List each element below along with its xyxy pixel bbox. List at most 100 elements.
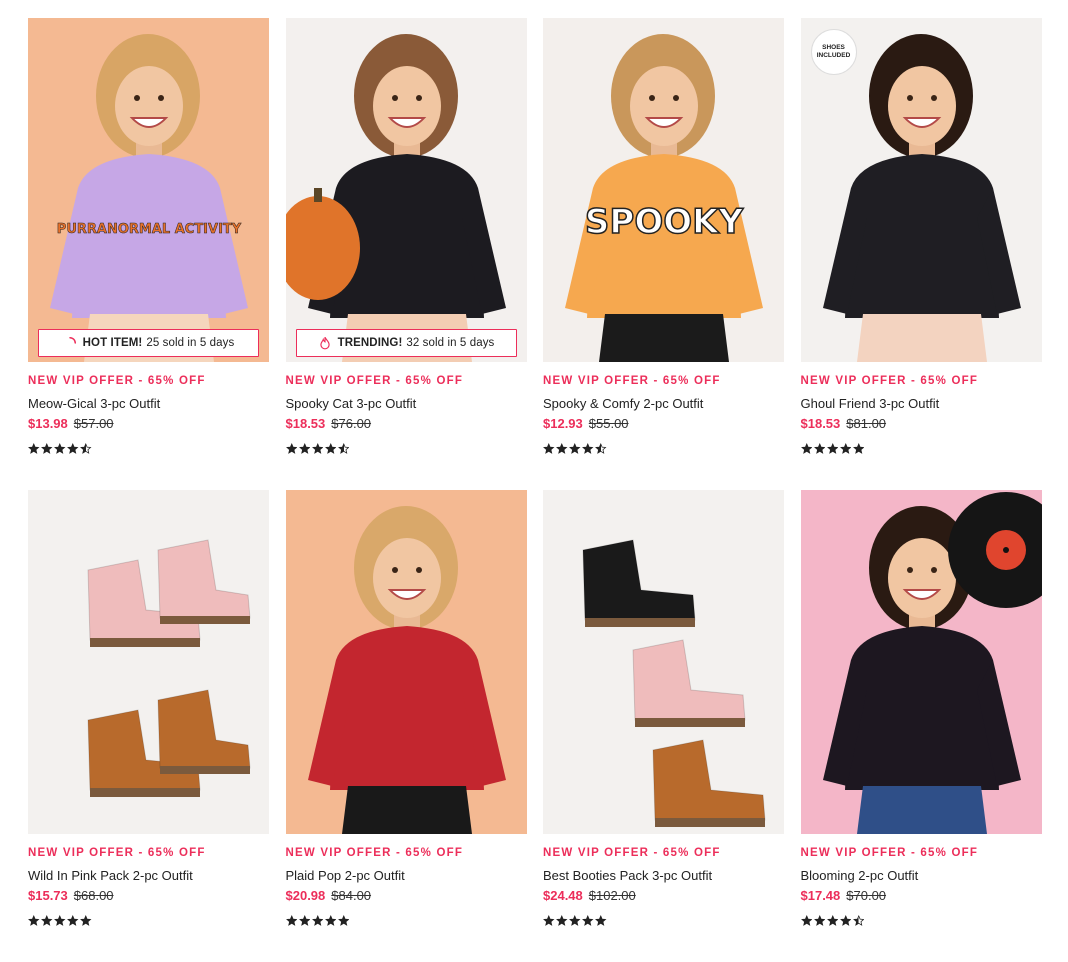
star-icon	[595, 914, 607, 927]
price-row: $18.53 $81.00	[801, 416, 1042, 431]
popularity-badge: TRENDING! 32 sold in 5 days	[295, 329, 517, 357]
product-name[interactable]: Ghoul Friend 3-pc Outfit	[801, 396, 1042, 411]
star-icon	[285, 914, 298, 927]
product-name[interactable]: Best Booties Pack 3-pc Outfit	[543, 868, 784, 883]
flame-icon	[318, 336, 332, 350]
star-rating	[800, 442, 1042, 455]
offer-label: NEW VIP OFFER - 65% OFF	[800, 847, 979, 859]
product-image[interactable]	[28, 490, 269, 834]
product-card[interactable]: SPOOKY NEW VIP OFFER - 65% OFF Spooky & Co…	[543, 18, 784, 490]
star-icon	[298, 442, 311, 455]
star-rating	[28, 442, 269, 455]
star-icon	[337, 442, 350, 455]
offer-label: NEW VIP OFFER - 65% OFF	[28, 375, 206, 387]
star-icon	[41, 442, 53, 455]
star-icon	[852, 914, 865, 927]
product-grid: PURRANORMAL ACTIVITY HOT ITEM! 25 sold in …	[28, 18, 1042, 962]
badge-text: 25 sold in 5 days	[146, 337, 235, 349]
shoes-included-tag: SHOES INCLUDED	[810, 29, 857, 75]
star-icon	[324, 442, 337, 455]
sale-price: $13.98	[28, 416, 68, 431]
spinner-icon	[63, 336, 77, 350]
product-name[interactable]: Spooky & Comfy 2-pc Outfit	[543, 396, 784, 411]
product-card[interactable]: NEW VIP OFFER - 65% OFF Best Booties Pack…	[543, 490, 784, 962]
sale-price: $18.53	[800, 416, 841, 431]
star-icon	[800, 442, 813, 455]
star-icon	[543, 914, 555, 927]
star-icon	[324, 914, 337, 927]
original-price: $70.00	[846, 888, 887, 903]
original-price: $102.00	[588, 888, 636, 903]
star-icon	[569, 914, 581, 927]
original-price: $68.00	[73, 888, 114, 903]
original-price: $55.00	[588, 416, 629, 431]
product-card[interactable]: TRENDING! 32 sold in 5 days NEW VIP OFFER …	[285, 18, 527, 490]
sale-price: $17.48	[800, 888, 841, 903]
offer-label: NEW VIP OFFER - 65% OFF	[800, 375, 979, 387]
sale-price: $18.53	[285, 416, 326, 431]
offer-label: NEW VIP OFFER - 65% OFF	[543, 375, 721, 387]
star-icon	[80, 442, 92, 455]
star-rating	[285, 442, 527, 455]
star-icon	[543, 442, 555, 455]
product-image[interactable]: PURRANORMAL ACTIVITY HOT ITEM! 25 sold in …	[28, 18, 269, 362]
product-image[interactable]	[285, 490, 527, 834]
star-icon	[556, 914, 568, 927]
star-icon	[595, 442, 607, 455]
star-icon	[285, 442, 298, 455]
product-card[interactable]: NEW VIP OFFER - 65% OFF Wild In Pink Pack…	[28, 490, 269, 962]
offer-label: NEW VIP OFFER - 65% OFF	[285, 847, 464, 859]
star-icon	[311, 914, 324, 927]
product-name[interactable]: Plaid Pop 2-pc Outfit	[286, 868, 527, 883]
original-price: $76.00	[331, 416, 372, 431]
offer-label: NEW VIP OFFER - 65% OFF	[285, 375, 464, 387]
product-card[interactable]: NEW VIP OFFER - 65% OFF Blooming 2-pc Out…	[800, 490, 1042, 962]
offer-label: NEW VIP OFFER - 65% OFF	[28, 847, 206, 859]
star-rating	[285, 914, 527, 927]
star-icon	[337, 914, 350, 927]
product-image[interactable]: SPOOKY	[543, 18, 784, 362]
product-image[interactable]: TRENDING! 32 sold in 5 days	[285, 18, 527, 362]
product-name[interactable]: Blooming 2-pc Outfit	[801, 868, 1042, 883]
star-icon	[54, 914, 66, 927]
star-icon	[28, 442, 40, 455]
star-icon	[54, 442, 66, 455]
star-rating	[543, 442, 784, 455]
price-row: $13.98 $57.00	[28, 416, 269, 431]
star-rating	[28, 914, 269, 927]
price-row: $12.93 $55.00	[543, 416, 784, 431]
product-image[interactable]: SHOES INCLUDED	[800, 18, 1042, 362]
sale-price: $20.98	[285, 888, 326, 903]
star-icon	[839, 914, 852, 927]
product-name[interactable]: Spooky Cat 3-pc Outfit	[286, 396, 527, 411]
svg-text:PURRANORMAL ACTIVITY: PURRANORMAL ACTIVITY	[57, 222, 242, 237]
product-name[interactable]: Meow-Gical 3-pc Outfit	[28, 396, 269, 411]
product-name[interactable]: Wild In Pink Pack 2-pc Outfit	[28, 868, 269, 883]
product-image[interactable]	[800, 490, 1042, 834]
original-price: $84.00	[331, 888, 372, 903]
star-icon	[826, 442, 839, 455]
star-icon	[298, 914, 311, 927]
price-row: $18.53 $76.00	[286, 416, 527, 431]
star-icon	[852, 442, 865, 455]
star-icon	[813, 442, 826, 455]
product-card[interactable]: NEW VIP OFFER - 65% OFF Plaid Pop 2-pc Ou…	[285, 490, 527, 962]
original-price: $81.00	[846, 416, 887, 431]
svg-text:SPOOKY: SPOOKY	[585, 202, 744, 242]
star-icon	[80, 914, 92, 927]
sale-price: $15.73	[28, 888, 68, 903]
star-icon	[582, 442, 594, 455]
product-card[interactable]: PURRANORMAL ACTIVITY HOT ITEM! 25 sold in …	[28, 18, 269, 490]
badge-label: HOT ITEM!	[82, 337, 143, 349]
badge-label: TRENDING!	[337, 337, 403, 349]
product-image[interactable]	[543, 490, 784, 834]
product-card[interactable]: SHOES INCLUDED NEW VIP OFFER - 65% OFF Gho…	[800, 18, 1042, 490]
star-icon	[311, 442, 324, 455]
sale-price: $12.93	[543, 416, 583, 431]
price-row: $17.48 $70.00	[801, 888, 1042, 903]
badge-text: 32 sold in 5 days	[406, 337, 495, 349]
star-icon	[800, 914, 813, 927]
popularity-badge: HOT ITEM! 25 sold in 5 days	[38, 329, 259, 357]
star-icon	[826, 914, 839, 927]
price-row: $20.98 $84.00	[286, 888, 527, 903]
